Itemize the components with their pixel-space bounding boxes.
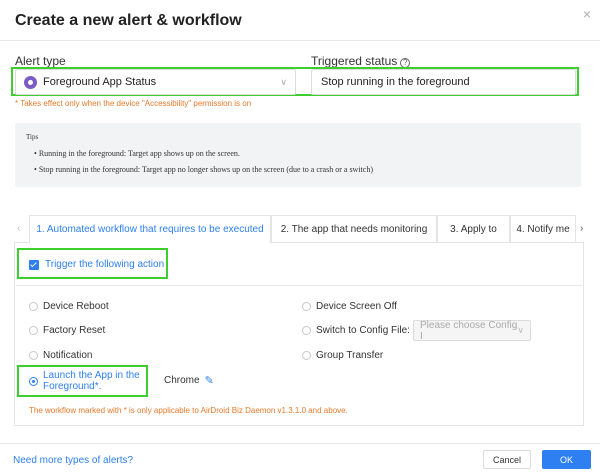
radio-button[interactable] — [29, 351, 38, 360]
chevron-down-icon: ∨ — [517, 325, 524, 335]
launch-app-value-row: Chrome ✎ — [164, 374, 214, 387]
chevron-down-icon: ∨ — [280, 76, 287, 87]
triggered-status-label: Triggered status — [311, 54, 398, 68]
trigger-checkbox[interactable] — [29, 259, 39, 270]
tab-app-monitoring[interactable]: 2. The app that needs monitoring — [271, 215, 437, 243]
accessibility-hint: * Takes effect only when the device "Acc… — [15, 99, 252, 108]
tip-item: • Running in the foreground: Target app … — [34, 149, 240, 158]
trigger-checkbox-row[interactable]: Trigger the following action — [29, 259, 164, 270]
panel-border — [583, 242, 584, 426]
close-icon[interactable]: × — [580, 7, 594, 21]
tabs-baseline — [271, 242, 584, 243]
edit-icon[interactable]: ✎ — [205, 374, 214, 387]
more-alert-types-link[interactable]: Need more types of alerts? — [13, 455, 133, 466]
radio-button[interactable] — [29, 302, 38, 311]
footer-divider — [0, 443, 600, 444]
radio-button[interactable] — [302, 351, 311, 360]
config-file-placeholder: Please choose Config I — [420, 319, 518, 342]
radio-group-transfer[interactable]: Group Transfer — [302, 350, 383, 361]
tab-scroll-right-icon[interactable]: › — [580, 223, 583, 234]
trigger-label: Trigger the following action — [45, 259, 165, 270]
radio-launch-app[interactable]: Launch the App in the Foreground*. — [29, 370, 143, 392]
workflow-note: The workflow marked with * is only appli… — [29, 406, 348, 415]
dialog-title: Create a new alert & workflow — [15, 12, 242, 29]
cancel-button[interactable]: Cancel — [483, 450, 531, 469]
panel-border — [14, 425, 584, 426]
ok-button[interactable]: OK — [542, 450, 591, 469]
radio-switch-config[interactable]: Switch to Config File: — [302, 325, 410, 336]
radio-button-selected[interactable] — [29, 376, 38, 386]
app-status-icon — [24, 75, 37, 89]
launch-app-name: Chrome — [164, 375, 200, 386]
config-file-select[interactable]: Please choose Config I ∨ — [413, 319, 531, 342]
tip-item: • Stop running in the foreground: Target… — [34, 165, 373, 174]
radio-button[interactable] — [302, 326, 311, 335]
radio-factory-reset[interactable]: Factory Reset — [29, 325, 105, 336]
tab-apply-to[interactable]: 3. Apply to — [437, 215, 510, 243]
tips-title: Tips — [26, 133, 39, 141]
header-divider — [0, 40, 600, 41]
triggered-status-select[interactable]: Stop running in the foreground — [311, 69, 576, 95]
radio-notification[interactable]: Notification — [29, 350, 92, 361]
radio-button[interactable] — [29, 326, 38, 335]
tab-notify-me[interactable]: 4. Notify me — [510, 215, 576, 243]
panel-border — [14, 242, 15, 426]
alert-type-label: Alert type — [15, 54, 66, 68]
tabs-baseline — [14, 242, 29, 243]
alert-type-select[interactable]: Foreground App Status ∨ — [15, 69, 296, 95]
radio-button[interactable] — [302, 302, 311, 311]
radio-device-reboot[interactable]: Device Reboot — [29, 301, 109, 312]
triggered-status-label-row: Triggered status? — [311, 54, 411, 68]
alert-type-value: Foreground App Status — [43, 76, 157, 88]
tab-automated-workflow[interactable]: 1. Automated workflow that requires to b… — [29, 215, 271, 243]
tab-scroll-left-icon[interactable]: ‹ — [17, 223, 20, 234]
radio-device-screen-off[interactable]: Device Screen Off — [302, 301, 397, 312]
triggered-status-value: Stop running in the foreground — [321, 76, 470, 88]
panel-divider — [16, 285, 582, 286]
